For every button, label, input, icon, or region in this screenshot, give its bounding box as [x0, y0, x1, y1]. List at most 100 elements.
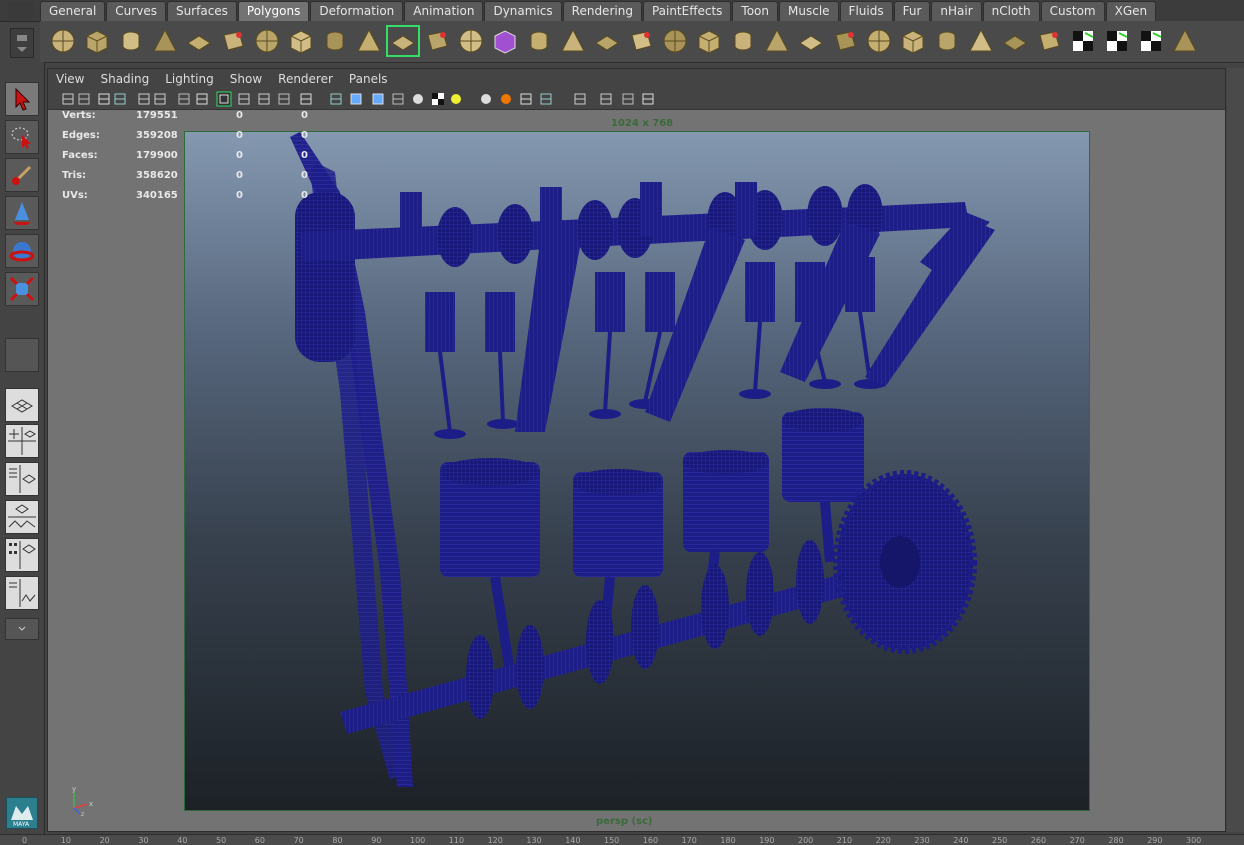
motion-blur-button[interactable] — [518, 91, 534, 107]
soccer-ball-button[interactable] — [318, 25, 352, 57]
grid-button[interactable] — [176, 91, 192, 107]
image-plane-button[interactable] — [112, 91, 128, 107]
insert-edge-loop-button[interactable] — [760, 25, 794, 57]
tab-surfaces[interactable]: Surfaces — [166, 1, 237, 21]
poly-cylinder-button[interactable] — [114, 25, 148, 57]
tab-dynamics[interactable]: Dynamics — [484, 1, 562, 21]
field-chart-button[interactable] — [256, 91, 272, 107]
tab-xgen[interactable]: XGen — [1105, 1, 1157, 21]
poly-cone-button[interactable] — [148, 25, 182, 57]
extrude-button[interactable] — [658, 25, 692, 57]
panel-menu-lighting[interactable]: Lighting — [157, 69, 222, 89]
uv-editor-button[interactable] — [1066, 25, 1100, 57]
panel-menu-show[interactable]: Show — [222, 69, 270, 89]
poly-pipe-button[interactable] — [284, 25, 318, 57]
poly-sphere-button[interactable] — [46, 25, 80, 57]
multisample-aa-button[interactable] — [538, 91, 554, 107]
merge-vertices-button[interactable] — [794, 25, 828, 57]
isolate-select-button[interactable] — [572, 91, 588, 107]
film-gate-button[interactable] — [194, 91, 210, 107]
poly-plane-button[interactable] — [182, 25, 216, 57]
2d-pan-zoom-button[interactable] — [136, 91, 152, 107]
panel-menu-panels[interactable]: Panels — [341, 69, 396, 89]
smooth-button[interactable] — [488, 25, 522, 57]
wireframe-on-shaded-button[interactable] — [370, 91, 386, 107]
tab-animation[interactable]: Animation — [404, 1, 484, 21]
default-material-button[interactable] — [410, 91, 426, 107]
poly-cube-button[interactable] — [80, 25, 114, 57]
checker-button[interactable] — [1100, 25, 1134, 57]
panel-menu-renderer[interactable]: Renderer — [270, 69, 341, 89]
perspective-viewport[interactable]: 1024 x 768 Verts: 179551 0 0 Edges: 3592… — [48, 110, 1225, 831]
scale-tool[interactable] — [5, 272, 39, 306]
tab-rendering[interactable]: Rendering — [562, 1, 642, 21]
extract-button[interactable] — [420, 25, 454, 57]
automatic-mapping-button[interactable] — [1032, 25, 1066, 57]
camera-attributes-button[interactable] — [76, 91, 92, 107]
xray-button[interactable] — [390, 91, 406, 107]
tab-deformation[interactable]: Deformation — [310, 1, 404, 21]
resolution-gate-button[interactable] — [216, 91, 232, 107]
sculpt-button[interactable] — [1134, 25, 1168, 57]
bevel-button[interactable] — [692, 25, 726, 57]
bridge-button[interactable] — [726, 25, 760, 57]
split-polygon-button[interactable] — [624, 25, 658, 57]
poly-pyramid-button[interactable] — [250, 25, 284, 57]
tab-nhair[interactable]: nHair — [931, 1, 982, 21]
tab-ncloth[interactable]: nCloth — [982, 1, 1040, 21]
poly-torus-button[interactable] — [216, 25, 250, 57]
panel-menu-view[interactable]: View — [48, 69, 92, 89]
cylindrical-mapping-button[interactable] — [964, 25, 998, 57]
time-slider[interactable]: 0 10 20 30 40 50 60 70 80 90 100 110 120 130 140 150 160… — [0, 834, 1244, 845]
bookmarks-button[interactable] — [96, 91, 112, 107]
tab-toon[interactable]: Toon — [732, 1, 779, 21]
tab-muscle[interactable]: Muscle — [779, 1, 839, 21]
shadows-button[interactable] — [478, 91, 494, 107]
xray-joints-button[interactable] — [598, 91, 614, 107]
screen-space-ao-button[interactable] — [498, 91, 514, 107]
tab-polygons[interactable]: Polygons — [237, 1, 310, 21]
four-view-layout-button[interactable] — [5, 424, 39, 458]
tab-fur[interactable]: Fur — [893, 1, 931, 21]
paint-select-tool[interactable] — [5, 158, 39, 192]
xray-components-button[interactable] — [620, 91, 636, 107]
duplicate-face-button[interactable] — [862, 25, 896, 57]
combine-button[interactable] — [352, 25, 386, 57]
gate-mask-button[interactable] — [236, 91, 252, 107]
single-perspective-layout-button[interactable] — [5, 388, 39, 422]
safe-action-button[interactable] — [276, 91, 292, 107]
wireframe-button[interactable] — [328, 91, 344, 107]
shading-toggle-button[interactable] — [640, 91, 656, 107]
collapse-button[interactable] — [828, 25, 862, 57]
tab-curves[interactable]: Curves — [106, 1, 166, 21]
shelf-menu-handle[interactable] — [10, 28, 34, 58]
grease-pencil-button[interactable] — [152, 91, 168, 107]
rotate-tool[interactable] — [5, 234, 39, 268]
tab-general[interactable]: General — [40, 1, 106, 21]
use-all-lights-button[interactable] — [448, 91, 464, 107]
spherical-mapping-button[interactable] — [998, 25, 1032, 57]
safe-title-button[interactable] — [298, 91, 314, 107]
smooth-shade-button[interactable] — [348, 91, 364, 107]
panel-menu-shading[interactable]: Shading — [92, 69, 157, 89]
tab-custom[interactable]: Custom — [1040, 1, 1105, 21]
mirror-button[interactable] — [556, 25, 590, 57]
persp-outliner-layout-button[interactable] — [5, 462, 39, 496]
layout-menu-button[interactable] — [5, 618, 39, 640]
persp-graph-layout-button[interactable] — [5, 500, 39, 534]
select-tool[interactable] — [5, 82, 39, 116]
tab-painteffects[interactable]: PaintEffects — [642, 1, 732, 21]
planar-mapping-button[interactable] — [930, 25, 964, 57]
booleans-button[interactable] — [454, 25, 488, 57]
outliner-graph-layout-button[interactable] — [5, 576, 39, 610]
append-polygon-button[interactable] — [590, 25, 624, 57]
tab-fluids[interactable]: Fluids — [839, 1, 893, 21]
select-camera-button[interactable] — [60, 91, 76, 107]
move-tool[interactable] — [5, 196, 39, 230]
transfer-button[interactable] — [1168, 25, 1202, 57]
last-tool-slot[interactable] — [5, 338, 39, 372]
textured-button[interactable] — [430, 91, 446, 107]
hypershade-layout-button[interactable] — [5, 538, 39, 572]
lasso-tool[interactable] — [5, 120, 39, 154]
shelf-handle[interactable] — [8, 2, 34, 19]
